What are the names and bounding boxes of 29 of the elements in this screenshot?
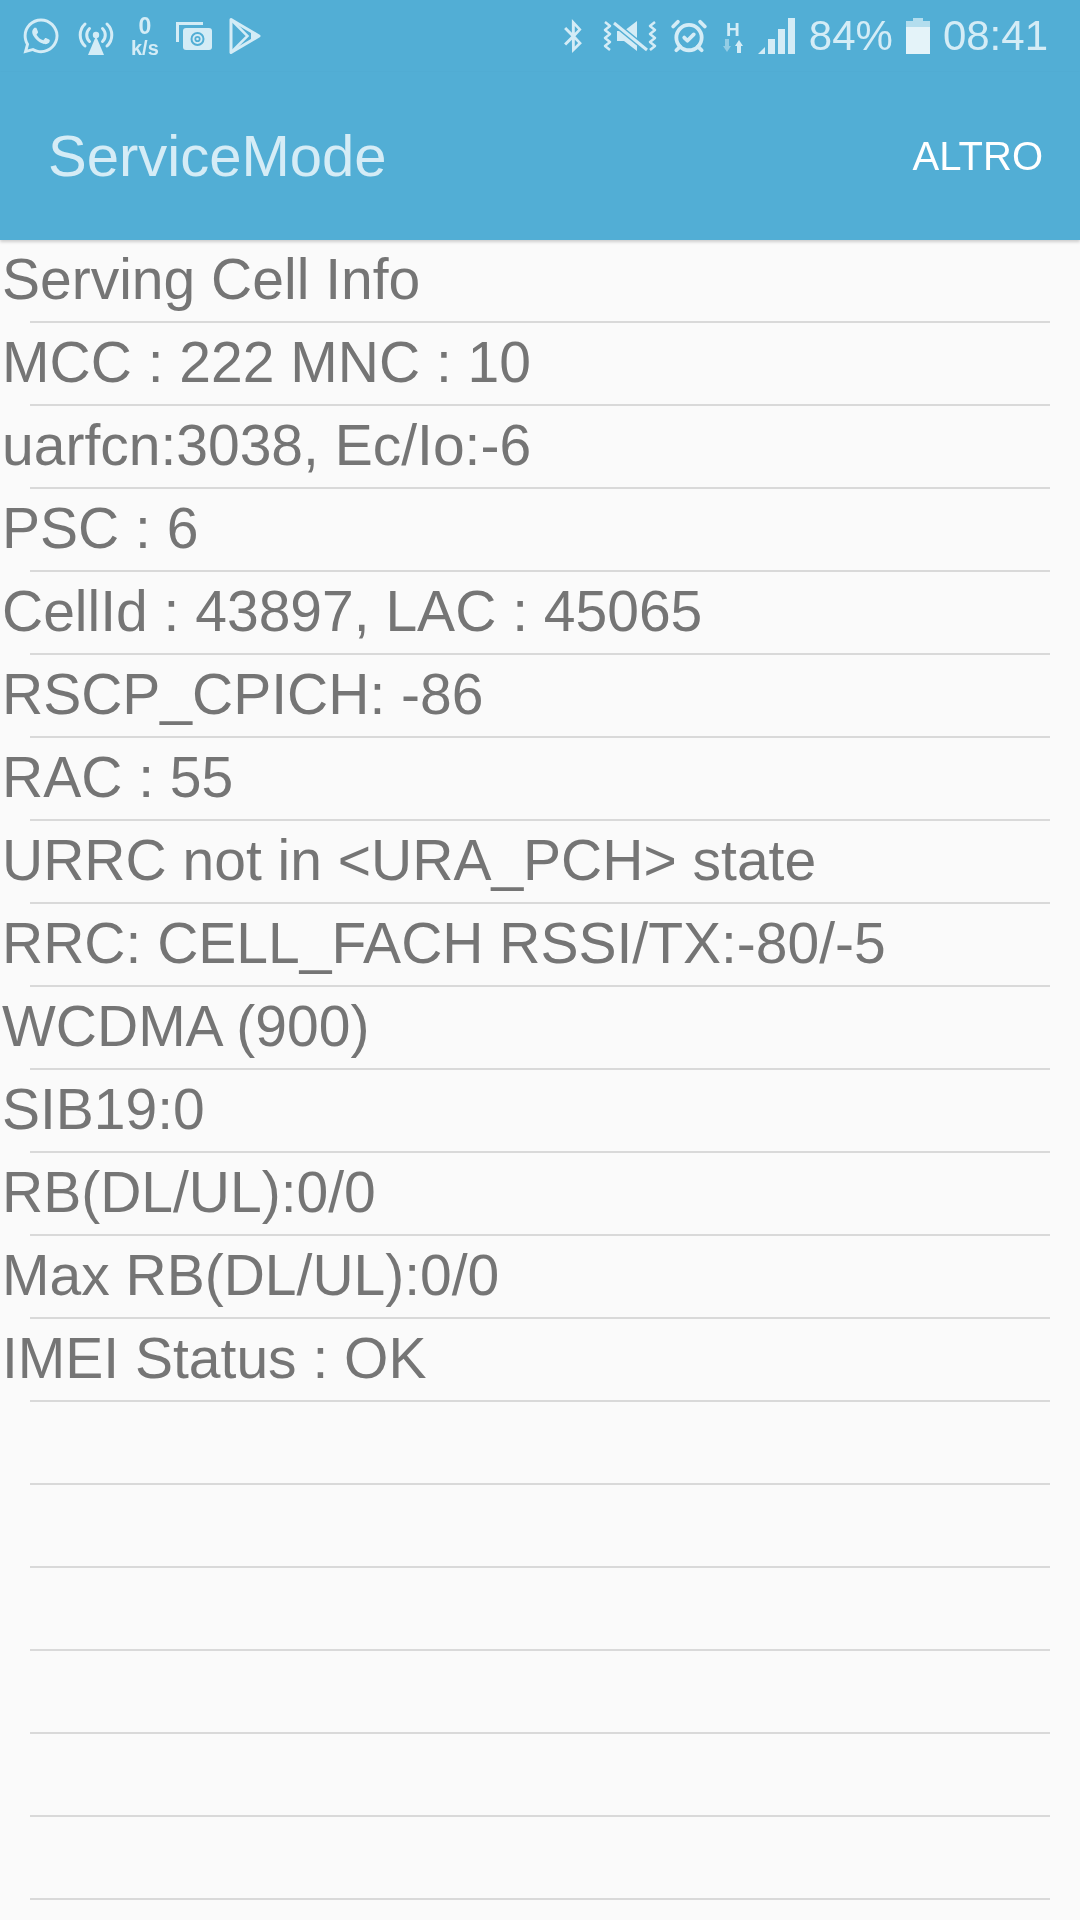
net-speed-value: 0 bbox=[138, 14, 152, 38]
data-arrows-icon bbox=[720, 38, 745, 53]
info-line: URRC not in <URA_PCH> state bbox=[2, 827, 817, 894]
info-line: RAC : 55 bbox=[2, 744, 234, 811]
battery-percent: 84% bbox=[808, 15, 893, 57]
signal-icon bbox=[757, 18, 796, 54]
info-line: RSCP_CPICH: -86 bbox=[2, 661, 484, 728]
clock-time: 08:41 bbox=[942, 15, 1048, 57]
whatsapp-icon bbox=[21, 16, 61, 56]
network-type-text: H bbox=[725, 19, 740, 39]
more-button[interactable]: ALTRO bbox=[900, 124, 1055, 188]
info-line: RB(DL/UL):0/0 bbox=[2, 1159, 376, 1226]
info-line: IMEI Status : OK bbox=[2, 1325, 427, 1392]
alarm-icon bbox=[669, 17, 708, 55]
info-line: Serving Cell Info bbox=[2, 246, 421, 313]
info-line: SIB19:0 bbox=[2, 1076, 205, 1143]
email-icon bbox=[175, 22, 212, 50]
info-line: WCDMA (900) bbox=[2, 993, 370, 1060]
info-line: CellId : 43897, LAC : 45065 bbox=[2, 578, 703, 645]
battery-icon bbox=[905, 18, 930, 54]
app-title: ServiceMode bbox=[48, 127, 387, 185]
info-line: Max RB(DL/UL):0/0 bbox=[2, 1242, 500, 1309]
vibrate-mute-icon bbox=[602, 19, 657, 53]
info-line: PSC : 6 bbox=[2, 495, 199, 562]
play-store-icon bbox=[228, 18, 261, 54]
net-speed-unit: k/s bbox=[131, 37, 159, 58]
info-line: uarfcn:3038, Ec/Io:-6 bbox=[2, 412, 532, 479]
info-line: MCC : 222 MNC : 10 bbox=[2, 329, 531, 396]
info-line: RRC: CELL_FACH RSSI/TX:-80/-5 bbox=[2, 910, 886, 977]
